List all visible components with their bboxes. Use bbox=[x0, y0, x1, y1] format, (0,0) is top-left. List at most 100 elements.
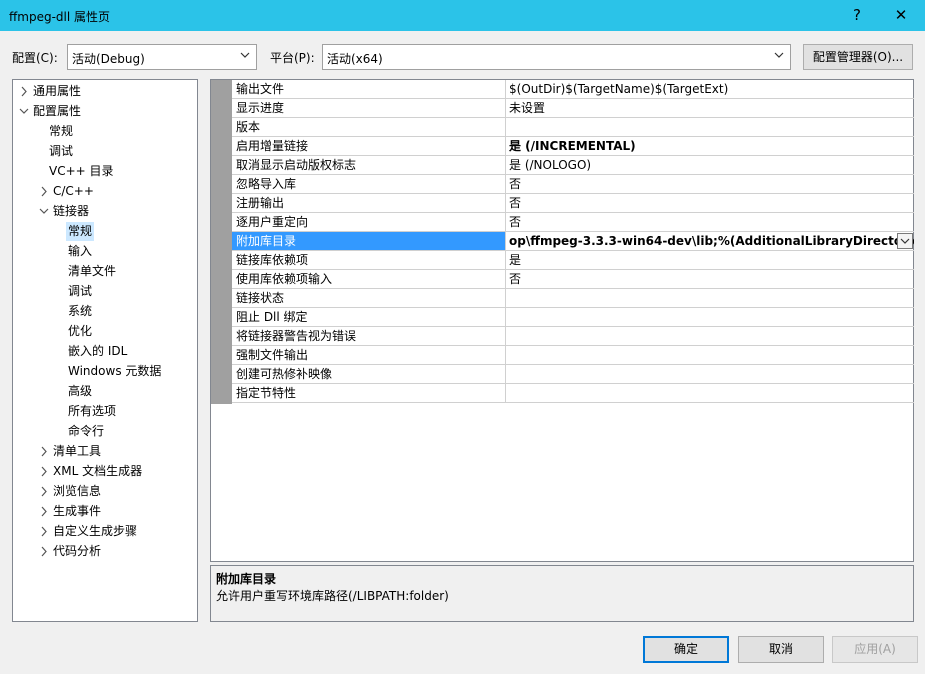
property-row[interactable]: 使用库依赖项输入否 bbox=[232, 270, 914, 289]
platform-label: 平台(P): bbox=[270, 51, 315, 65]
property-value[interactable]: op\ffmpeg-3.3.3-win64-dev\lib;%(Addition… bbox=[506, 232, 914, 250]
tree-item-label: 命令行 bbox=[68, 424, 105, 438]
property-value[interactable] bbox=[506, 346, 914, 364]
property-row[interactable]: 指定节特性 bbox=[232, 384, 914, 403]
property-row[interactable]: 版本 bbox=[232, 118, 914, 137]
property-name: 链接状态 bbox=[232, 289, 506, 307]
property-value[interactable]: 否 bbox=[506, 175, 914, 193]
property-row[interactable]: 链接库依赖项是 bbox=[232, 251, 914, 270]
property-value[interactable]: 未设置 bbox=[506, 99, 914, 117]
property-row[interactable]: 链接状态 bbox=[232, 289, 914, 308]
property-row[interactable]: 忽略导入库否 bbox=[232, 175, 914, 194]
property-name: 将链接器警告视为错误 bbox=[232, 327, 506, 345]
chevron-down-icon bbox=[240, 52, 250, 58]
property-row[interactable]: 启用增量链接是 (/INCREMENTAL) bbox=[232, 137, 914, 156]
property-value[interactable]: 否 bbox=[506, 270, 914, 288]
tree-item-label: 优化 bbox=[68, 324, 93, 338]
tree-item-label: 调试 bbox=[68, 284, 93, 298]
property-value[interactable] bbox=[506, 289, 914, 307]
platform-dropdown-value: 活动(x64) bbox=[327, 52, 383, 66]
property-row[interactable]: 创建可热修补映像 bbox=[232, 365, 914, 384]
property-value[interactable]: 否 bbox=[506, 213, 914, 231]
property-value[interactable]: 是 (/NOLOGO) bbox=[506, 156, 914, 174]
property-row[interactable]: 取消显示启动版权标志是 (/NOLOGO) bbox=[232, 156, 914, 175]
apply-button[interactable]: 应用(A) bbox=[832, 636, 918, 663]
property-name: 附加库目录 bbox=[232, 232, 506, 250]
property-name: 使用库依赖项输入 bbox=[232, 270, 506, 288]
property-row[interactable]: 阻止 Dll 绑定 bbox=[232, 308, 914, 327]
config-dropdown[interactable]: 活动(Debug) bbox=[67, 44, 257, 70]
description-title: 附加库目录 bbox=[216, 572, 277, 586]
window-title: ffmpeg-dll 属性页 bbox=[9, 10, 111, 24]
chevron-down-icon[interactable] bbox=[39, 202, 49, 221]
chevron-right-icon[interactable] bbox=[39, 182, 49, 201]
property-row[interactable]: 将链接器警告视为错误 bbox=[232, 327, 914, 346]
property-row[interactable]: 注册输出否 bbox=[232, 194, 914, 213]
property-value[interactable] bbox=[506, 308, 914, 326]
property-name: 注册输出 bbox=[232, 194, 506, 212]
tree-item-label: 链接器 bbox=[53, 204, 90, 218]
property-name: 显示进度 bbox=[232, 99, 506, 117]
property-name: 链接库依赖项 bbox=[232, 251, 506, 269]
config-dropdown-value: 活动(Debug) bbox=[72, 52, 145, 66]
tree-item-label: 生成事件 bbox=[53, 504, 102, 518]
tree-item-label: 浏览信息 bbox=[53, 484, 102, 498]
chevron-down-icon bbox=[774, 52, 784, 58]
tree-item-label: 嵌入的 IDL bbox=[68, 344, 128, 358]
value-dropdown-button[interactable] bbox=[897, 233, 913, 249]
chevron-right-icon[interactable] bbox=[39, 442, 49, 461]
property-value[interactable] bbox=[506, 118, 914, 136]
tree-item-label: 输入 bbox=[68, 244, 93, 258]
tree-item-label: XML 文档生成器 bbox=[53, 464, 143, 478]
chevron-down-icon bbox=[900, 238, 910, 244]
tree-item-label: 自定义生成步骤 bbox=[53, 524, 138, 538]
property-name: 版本 bbox=[232, 118, 506, 136]
chevron-right-icon[interactable] bbox=[19, 82, 29, 101]
config-manager-button[interactable]: 配置管理器(O)... bbox=[803, 44, 913, 70]
close-button[interactable]: ✕ bbox=[886, 0, 916, 31]
property-name: 输出文件 bbox=[232, 80, 506, 98]
tree-item-label: C/C++ bbox=[53, 184, 94, 198]
chevron-right-icon[interactable] bbox=[39, 502, 49, 521]
property-row[interactable]: 逐用户重定向否 bbox=[232, 213, 914, 232]
chevron-right-icon[interactable] bbox=[39, 542, 49, 561]
property-name: 逐用户重定向 bbox=[232, 213, 506, 231]
property-name: 启用增量链接 bbox=[232, 137, 506, 155]
property-value[interactable] bbox=[506, 327, 914, 345]
tree-item-label: 清单工具 bbox=[53, 444, 102, 458]
chevron-right-icon[interactable] bbox=[39, 462, 49, 481]
tree-item-label: 调试 bbox=[49, 144, 74, 158]
tree-item-label: 清单文件 bbox=[68, 264, 117, 278]
property-value[interactable] bbox=[506, 365, 914, 383]
cancel-button[interactable]: 取消 bbox=[738, 636, 824, 663]
grid-gutter bbox=[211, 80, 232, 404]
description-text: 允许用户重写环境库路径(/LIBPATH:folder) bbox=[216, 589, 449, 603]
property-tree[interactable]: 通用属性 配置属性 常规 调试 VC++ 目录 C/C++ 链接器 常规 输入 清单文件 调试 系统优… bbox=[12, 79, 198, 622]
property-grid[interactable]: 输出文件 $(OutDir)$(TargetName)$(TargetExt) 显示… bbox=[210, 79, 914, 562]
property-name: 取消显示启动版权标志 bbox=[232, 156, 506, 174]
tree-item-label: 通用属性 bbox=[33, 84, 82, 98]
property-row[interactable]: 强制文件输出 bbox=[232, 346, 914, 365]
config-label: 配置(C): bbox=[12, 51, 58, 65]
property-name: 创建可热修补映像 bbox=[232, 365, 506, 383]
tree-item-label: 所有选项 bbox=[68, 404, 117, 418]
tree-item-label: 常规 bbox=[49, 124, 74, 138]
platform-dropdown[interactable]: 活动(x64) bbox=[322, 44, 791, 70]
property-name: 忽略导入库 bbox=[232, 175, 506, 193]
property-value[interactable]: 是 (/INCREMENTAL) bbox=[506, 137, 914, 155]
ok-button[interactable]: 确定 bbox=[643, 636, 729, 663]
property-row[interactable]: 输出文件 $(OutDir)$(TargetName)$(TargetExt) bbox=[232, 80, 914, 99]
property-name: 指定节特性 bbox=[232, 384, 506, 402]
property-row[interactable]: 显示进度 未设置 bbox=[232, 99, 914, 118]
property-value[interactable] bbox=[506, 384, 914, 402]
chevron-down-icon[interactable] bbox=[19, 102, 29, 121]
property-value[interactable]: $(OutDir)$(TargetName)$(TargetExt) bbox=[506, 80, 914, 98]
tree-item-label: 高级 bbox=[68, 384, 93, 398]
property-value[interactable]: 否 bbox=[506, 194, 914, 212]
property-row[interactable]: 附加库目录 op\ffmpeg-3.3.3-win64-dev\lib;%(Add… bbox=[232, 232, 914, 251]
chevron-right-icon[interactable] bbox=[39, 522, 49, 541]
property-value[interactable]: 是 bbox=[506, 251, 914, 269]
tree-item-label: VC++ 目录 bbox=[49, 164, 114, 178]
help-button[interactable]: ? bbox=[842, 0, 872, 31]
chevron-right-icon[interactable] bbox=[39, 482, 49, 501]
